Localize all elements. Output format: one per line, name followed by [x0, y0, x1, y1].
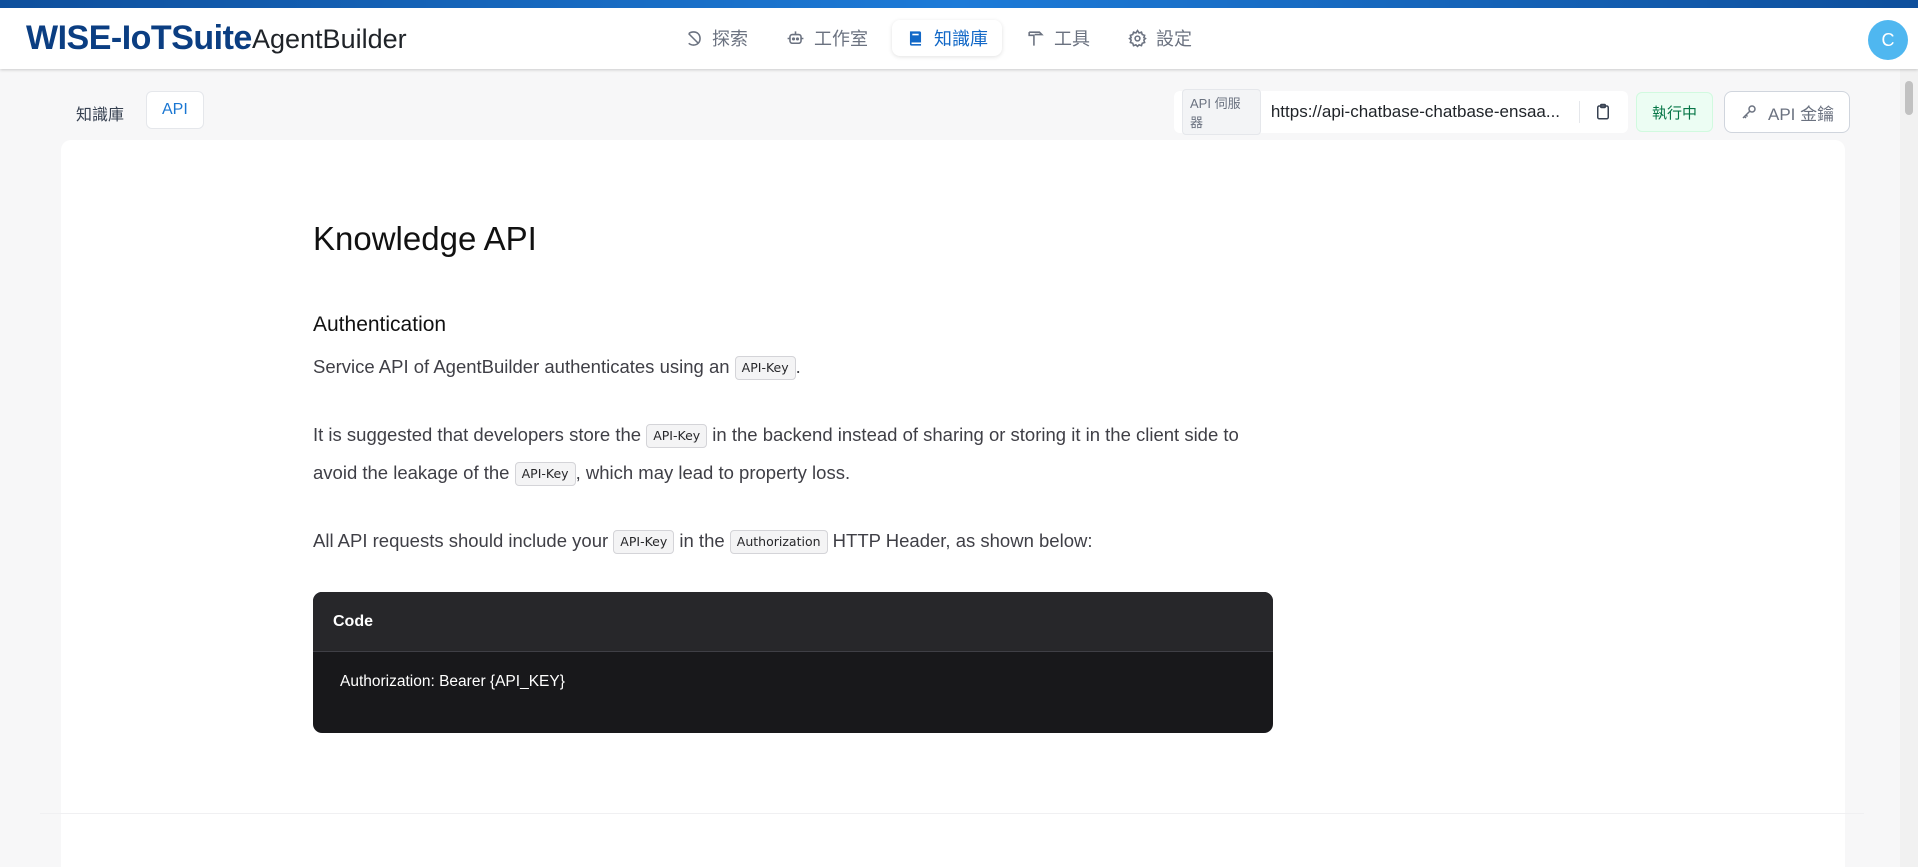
nav-settings-label: 設定 [1156, 29, 1192, 49]
api-key-button-label: API 金鑰 [1768, 104, 1835, 124]
api-server-box: API 伺服器 https://api-chatbase-chatbase-en… [1174, 89, 1628, 135]
p1-text-before: Service API of AgentBuilder authenticate… [313, 356, 735, 377]
brand-logo[interactable]: WISE-IoTSuite [26, 19, 252, 58]
nav-explore-label: 探索 [712, 29, 748, 49]
status-badge: 執行中 [1636, 92, 1714, 132]
nav-explore[interactable]: 探索 [670, 20, 762, 56]
api-server-tag: API 伺服器 [1182, 89, 1261, 135]
p2-text-c: , which may lead to property loss. [575, 462, 851, 483]
app-name: AgentBuilder [252, 24, 407, 54]
scrollbar-thumb[interactable] [1905, 81, 1913, 115]
tab-api[interactable]: API [146, 91, 204, 129]
nav-tools[interactable]: 工具 [1012, 20, 1104, 56]
nav-settings[interactable]: 設定 [1114, 20, 1206, 56]
user-avatar[interactable]: C [1868, 20, 1908, 60]
p2-text-a: It is suggested that developers store th… [313, 424, 647, 445]
nav-studio-label: 工作室 [814, 29, 868, 49]
robot-icon [787, 30, 804, 44]
top-navigation-bar: WISE-IoTSuite AgentBuilder 探索 工作室 知識庫 工具… [0, 0, 1918, 69]
paragraph-1: Service API of AgentBuilder authenticate… [313, 348, 1275, 386]
separator [1579, 101, 1581, 123]
key-icon [1742, 105, 1756, 119]
p1-text-after: . [795, 356, 801, 377]
section-heading: Authentication [313, 313, 447, 336]
inline-code: API-Key [734, 356, 796, 380]
code-block: Code Authorization: Bearer {API_KEY} [313, 592, 1273, 733]
copy-url-button[interactable] [1586, 95, 1620, 129]
paragraph-3: All API requests should include your API… [313, 522, 1275, 560]
code-block-header: Code [313, 592, 1273, 652]
nav-knowledge[interactable]: 知識庫 [892, 20, 1002, 56]
divider [40, 813, 1864, 814]
clipboard-icon [1597, 103, 1610, 120]
nav-knowledge-label: 知識庫 [934, 29, 988, 49]
doc-panel: Knowledge API Authentication Service API… [61, 140, 1845, 867]
book-icon [909, 30, 922, 46]
sub-toolbar: 知識庫 API API 伺服器 https://api-chatbase-cha… [0, 69, 1900, 139]
compass-icon [688, 30, 701, 46]
breadcrumb[interactable]: 知識庫 [76, 101, 124, 125]
page-scrollbar[interactable] [1900, 69, 1918, 867]
api-server-url: https://api-chatbase-chatbase-ensaa... [1270, 102, 1561, 121]
p3-text-a: All API requests should include your [313, 530, 614, 551]
hammer-icon [1028, 30, 1044, 46]
inline-code: API-Key [514, 462, 576, 486]
nav-studio[interactable]: 工作室 [772, 20, 882, 56]
main-nav: 探索 工作室 知識庫 工具 設定 [670, 20, 1206, 56]
inline-code: Authorization [729, 530, 828, 554]
paragraph-2: It is suggested that developers store th… [313, 416, 1275, 492]
inline-code: API-Key [646, 424, 708, 448]
p3-text-c: HTTP Header, as shown below: [827, 530, 1093, 551]
p3-text-b: in the [674, 530, 730, 551]
api-key-button[interactable]: API 金鑰 [1724, 91, 1851, 133]
page-title: Knowledge API [313, 220, 537, 257]
gear-icon [1128, 28, 1147, 48]
nav-tools-label: 工具 [1054, 29, 1090, 49]
inline-code: API-Key [613, 530, 675, 554]
code-block-content[interactable]: Authorization: Bearer {API_KEY} [313, 652, 1273, 691]
